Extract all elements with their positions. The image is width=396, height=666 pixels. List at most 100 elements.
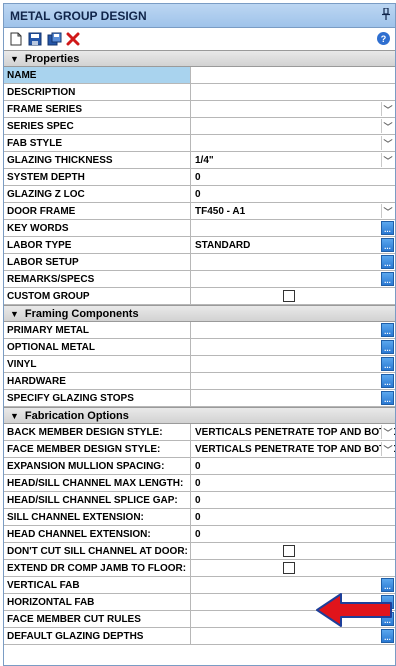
ellipsis-button[interactable]: ...	[381, 391, 394, 405]
optional-metal-field[interactable]: ...	[191, 339, 395, 355]
property-row-optional-metal[interactable]: OPTIONAL METAL ...	[4, 339, 395, 356]
property-row-expansion-mullion-spacing[interactable]: EXPANSION MULLION SPACING: 0	[4, 458, 395, 475]
expansion-mullion-spacing-field[interactable]: 0	[191, 458, 395, 474]
new-document-icon[interactable]	[8, 31, 24, 47]
key-words-field[interactable]: ...	[191, 220, 395, 236]
property-row-description[interactable]: DESCRIPTION	[4, 84, 395, 101]
property-row-remarks-specs[interactable]: REMARKS/SPECS ...	[4, 271, 395, 288]
property-row-series-spec[interactable]: SERIES SPEC ﹀	[4, 118, 395, 135]
property-row-glazing-thickness[interactable]: GLAZING THICKNESS 1/4" ﹀	[4, 152, 395, 169]
property-row-door-frame[interactable]: DOOR FRAME TF450 - A1 ﹀	[4, 203, 395, 220]
property-row-extend-dr-comp-jamb[interactable]: EXTEND DR COMP JAMB TO FLOOR:	[4, 560, 395, 577]
property-row-labor-setup[interactable]: LABOR SETUP ...	[4, 254, 395, 271]
help-icon[interactable]: ?	[377, 32, 390, 45]
ellipsis-button[interactable]: ...	[381, 374, 394, 388]
metal-group-design-panel: METAL GROUP DESIGN ? ▼ Properties NAME D…	[3, 3, 396, 666]
ellipsis-button[interactable]: ...	[381, 272, 394, 286]
sill-channel-extension-field[interactable]: 0	[191, 509, 395, 525]
default-glazing-depths-field[interactable]: ...	[191, 628, 395, 644]
delete-icon[interactable]	[65, 31, 81, 47]
extend-dr-comp-jamb-checkbox[interactable]	[283, 562, 295, 574]
remarks-specs-field[interactable]: ...	[191, 271, 395, 287]
property-label: KEY WORDS	[4, 220, 191, 236]
ellipsis-button[interactable]: ...	[381, 238, 394, 252]
chevron-down-icon[interactable]: ﹀	[381, 442, 394, 456]
chevron-down-icon[interactable]: ﹀	[381, 102, 394, 116]
series-spec-select[interactable]: ﹀	[191, 118, 395, 134]
property-row-head-sill-channel-max-length[interactable]: HEAD/SILL CHANNEL MAX LENGTH: 0	[4, 475, 395, 492]
primary-metal-field[interactable]: ...	[191, 322, 395, 338]
property-row-labor-type[interactable]: LABOR TYPE STANDARD ...	[4, 237, 395, 254]
chevron-down-icon[interactable]: ﹀	[381, 425, 394, 439]
glazing-thickness-select[interactable]: 1/4" ﹀	[191, 152, 395, 168]
section-title: Fabrication Options	[24, 409, 129, 422]
property-row-key-words[interactable]: KEY WORDS ...	[4, 220, 395, 237]
frame-series-select[interactable]: ﹀	[191, 101, 395, 117]
chevron-down-icon[interactable]: ﹀	[381, 119, 394, 133]
property-row-hardware[interactable]: HARDWARE ...	[4, 373, 395, 390]
save-as-icon[interactable]	[46, 31, 62, 47]
ellipsis-button[interactable]: ...	[381, 357, 394, 371]
property-row-custom-group[interactable]: CUSTOM GROUP	[4, 288, 395, 305]
section-header-framing-components[interactable]: ▼ Framing Components	[4, 305, 395, 322]
ellipsis-button[interactable]: ...	[381, 255, 394, 269]
chevron-down-icon[interactable]: ﹀	[381, 204, 394, 218]
panel-title: METAL GROUP DESIGN	[10, 8, 147, 23]
dont-cut-sill-channel-value	[191, 543, 395, 559]
section-header-properties[interactable]: ▼ Properties	[4, 50, 395, 67]
property-row-name[interactable]: NAME	[4, 67, 395, 84]
property-row-specify-glazing-stops[interactable]: SPECIFY GLAZING STOPS ...	[4, 390, 395, 407]
dont-cut-sill-channel-checkbox[interactable]	[283, 545, 295, 557]
vertical-fab-field[interactable]: ...	[191, 577, 395, 593]
chevron-down-icon[interactable]: ﹀	[381, 136, 394, 150]
property-label: CUSTOM GROUP	[4, 288, 191, 304]
ellipsis-button[interactable]: ...	[381, 629, 394, 643]
save-icon[interactable]	[27, 31, 43, 47]
collapse-arrow-icon[interactable]: ▼	[10, 411, 19, 421]
property-row-head-sill-channel-splice-gap[interactable]: HEAD/SILL CHANNEL SPLICE GAP: 0	[4, 492, 395, 509]
collapse-arrow-icon[interactable]: ▼	[10, 309, 19, 319]
collapse-arrow-icon[interactable]: ▼	[10, 54, 19, 64]
vinyl-field[interactable]: ...	[191, 356, 395, 372]
property-label: HEAD/SILL CHANNEL SPLICE GAP:	[4, 492, 191, 508]
description-field[interactable]	[191, 84, 395, 100]
ellipsis-button[interactable]: ...	[381, 340, 394, 354]
custom-group-value	[191, 288, 395, 304]
property-row-dont-cut-sill-channel[interactable]: DON'T CUT SILL CHANNEL AT DOOR:	[4, 543, 395, 560]
property-row-back-member-design-style[interactable]: BACK MEMBER DESIGN STYLE: VERTICALS PENE…	[4, 424, 395, 441]
specify-glazing-stops-field[interactable]: ...	[191, 390, 395, 406]
property-row-default-glazing-depths[interactable]: DEFAULT GLAZING DEPTHS ...	[4, 628, 395, 645]
property-label: OPTIONAL METAL	[4, 339, 191, 355]
section-header-fabrication-options[interactable]: ▼ Fabrication Options	[4, 407, 395, 424]
face-member-design-style-select[interactable]: VERTICALS PENETRATE TOP AND BOTTOM ﹀	[191, 441, 395, 457]
hardware-field[interactable]: ...	[191, 373, 395, 389]
ellipsis-button[interactable]: ...	[381, 323, 394, 337]
pin-icon[interactable]	[381, 7, 391, 23]
custom-group-checkbox[interactable]	[283, 290, 295, 302]
property-row-face-member-design-style[interactable]: FACE MEMBER DESIGN STYLE: VERTICALS PENE…	[4, 441, 395, 458]
property-row-vinyl[interactable]: VINYL ...	[4, 356, 395, 373]
system-depth-field[interactable]: 0	[191, 169, 395, 185]
labor-setup-field[interactable]: ...	[191, 254, 395, 270]
door-frame-select[interactable]: TF450 - A1 ﹀	[191, 203, 395, 219]
fab-style-select[interactable]: ﹀	[191, 135, 395, 151]
ellipsis-button[interactable]: ...	[381, 578, 394, 592]
ellipsis-button[interactable]: ...	[381, 221, 394, 235]
glazing-z-loc-field[interactable]: 0	[191, 186, 395, 202]
labor-type-field[interactable]: STANDARD ...	[191, 237, 395, 253]
property-row-sill-channel-extension[interactable]: SILL CHANNEL EXTENSION: 0	[4, 509, 395, 526]
property-row-head-channel-extension[interactable]: HEAD CHANNEL EXTENSION: 0	[4, 526, 395, 543]
property-row-glazing-z-loc[interactable]: GLAZING Z LOC 0	[4, 186, 395, 203]
property-row-system-depth[interactable]: SYSTEM DEPTH 0	[4, 169, 395, 186]
property-row-fab-style[interactable]: FAB STYLE ﹀	[4, 135, 395, 152]
name-field[interactable]	[191, 67, 395, 83]
property-row-primary-metal[interactable]: PRIMARY METAL ...	[4, 322, 395, 339]
head-sill-channel-max-length-field[interactable]: 0	[191, 475, 395, 491]
head-channel-extension-field[interactable]: 0	[191, 526, 395, 542]
back-member-design-style-select[interactable]: VERTICALS PENETRATE TOP AND BOTTOM ﹀	[191, 424, 395, 440]
chevron-down-icon[interactable]: ﹀	[381, 153, 394, 167]
head-sill-channel-splice-gap-field[interactable]: 0	[191, 492, 395, 508]
property-label: BACK MEMBER DESIGN STYLE:	[4, 424, 191, 440]
property-row-frame-series[interactable]: FRAME SERIES ﹀	[4, 101, 395, 118]
property-label: EXTEND DR COMP JAMB TO FLOOR:	[4, 560, 191, 576]
